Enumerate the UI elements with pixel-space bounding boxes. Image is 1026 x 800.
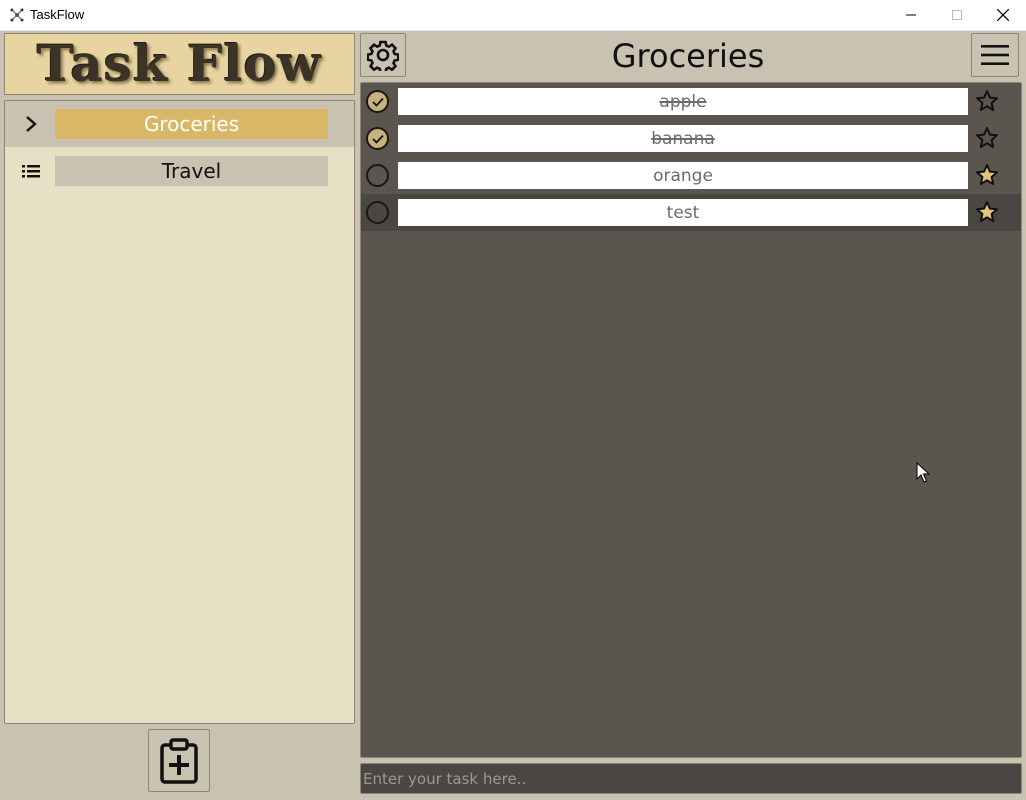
star-filled-icon	[976, 164, 998, 185]
star-outline-icon	[976, 127, 998, 148]
checkmark-icon	[371, 97, 384, 107]
task-row: orange	[361, 157, 1021, 194]
add-list-button[interactable]	[148, 729, 210, 792]
logo-text: Task Flow	[37, 34, 322, 93]
list-icon	[19, 159, 43, 183]
task-checkbox[interactable]	[366, 127, 389, 150]
task-checkbox[interactable]	[366, 90, 389, 113]
star-toggle[interactable]	[974, 199, 1000, 225]
list-item-travel[interactable]: Travel	[5, 148, 354, 194]
list-item-groceries[interactable]: Groceries	[5, 101, 354, 147]
star-filled-icon	[976, 201, 998, 222]
task-checkbox[interactable]	[366, 201, 389, 224]
task-text[interactable]: orange	[398, 162, 968, 189]
task-checkbox[interactable]	[366, 164, 389, 187]
clipboard-plus-icon	[160, 737, 198, 784]
task-text[interactable]: apple	[398, 88, 968, 115]
menu-button[interactable]	[971, 33, 1019, 77]
star-toggle[interactable]	[974, 125, 1000, 151]
new-task-input[interactable]	[360, 763, 1022, 794]
task-row: banana	[361, 120, 1021, 157]
minimize-icon	[906, 14, 916, 16]
hamburger-icon	[981, 45, 1009, 65]
gear-icon	[367, 40, 399, 71]
window-title: TaskFlow	[30, 7, 85, 22]
task-row: test	[361, 194, 1021, 231]
star-toggle[interactable]	[974, 162, 1000, 188]
star-toggle[interactable]	[974, 88, 1000, 114]
page-title: Groceries	[611, 37, 765, 75]
app-logo: Task Flow	[4, 33, 355, 95]
checkmark-icon	[371, 134, 384, 144]
task-row: apple	[361, 83, 1021, 120]
task-list: apple banana orange test	[360, 82, 1022, 758]
close-button[interactable]	[980, 0, 1026, 30]
list-item-label: Groceries	[55, 109, 328, 139]
settings-button[interactable]	[360, 33, 406, 77]
close-icon	[997, 9, 1009, 21]
maximize-button[interactable]	[934, 0, 980, 30]
list-item-label: Travel	[55, 156, 328, 186]
app-icon	[10, 8, 24, 22]
mouse-cursor-icon	[916, 462, 930, 483]
star-outline-icon	[976, 90, 998, 111]
lists-panel: Groceries Travel	[4, 100, 355, 724]
maximize-icon	[952, 10, 962, 20]
task-text[interactable]: test	[398, 199, 968, 226]
window-titlebar: TaskFlow	[0, 0, 1026, 31]
minimize-button[interactable]	[888, 0, 934, 30]
task-text[interactable]: banana	[398, 125, 968, 152]
chevron-right-icon	[19, 112, 43, 136]
